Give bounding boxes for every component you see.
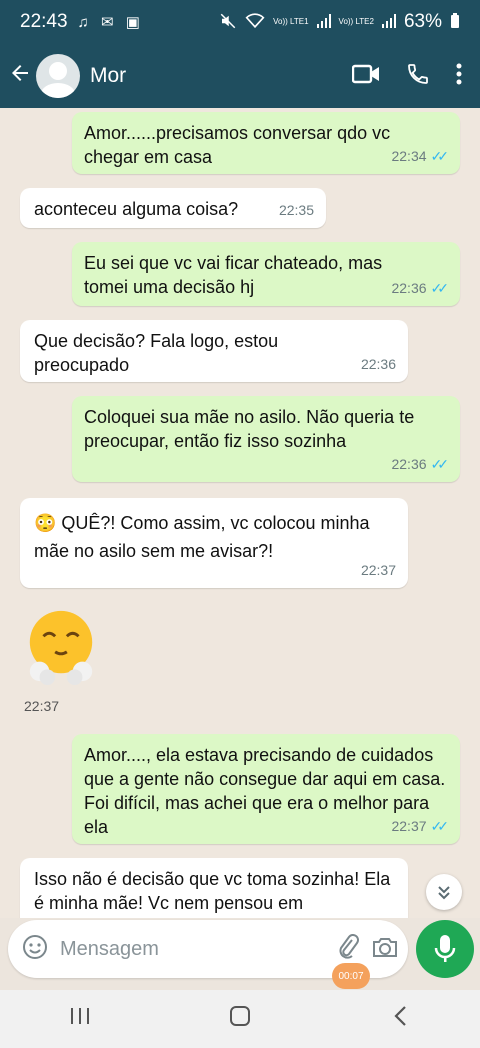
phone-icon (408, 63, 428, 84)
chevrons-down-icon (438, 886, 450, 900)
message-time: 22:36 (391, 280, 427, 296)
chat-header: Mor (0, 44, 480, 108)
emoji-sticker[interactable] (22, 607, 100, 685)
camera-button[interactable] (371, 935, 399, 964)
home-button[interactable] (210, 1005, 270, 1033)
message-text: Eu sei que vc vai ficar chateado, mas to… (84, 253, 383, 297)
status-time: 22:43 (20, 11, 68, 32)
camera-icon (373, 937, 397, 957)
avatar[interactable] (36, 54, 80, 98)
recording-badge: 00:07 (332, 963, 370, 989)
message-outgoing[interactable]: Amor...., ela estava precisando de cuida… (72, 734, 460, 844)
message-incoming[interactable]: Que decisão? Fala logo, estou preocupado… (20, 320, 408, 382)
signal-2-icon (381, 13, 396, 31)
message-time: 22:37 (391, 818, 427, 834)
message-incoming[interactable]: aconteceu alguma coisa? 22:35 (20, 188, 326, 228)
more-vert-icon (456, 63, 462, 84)
voice-message-button[interactable] (416, 920, 474, 978)
chevron-left-icon (394, 1006, 406, 1026)
system-navigation-bar (0, 990, 480, 1048)
recent-apps-button[interactable] (50, 1006, 110, 1032)
home-icon (230, 1006, 250, 1026)
message-time: 22:34 (391, 148, 427, 164)
video-camera-icon (351, 64, 379, 83)
notification-icons: ♫ ✉ ▣ (77, 14, 144, 31)
smiley-icon (23, 934, 47, 959)
read-ticks-icon: ✓✓ (430, 456, 450, 472)
scroll-to-bottom-button[interactable] (426, 874, 462, 910)
message-incoming[interactable]: 😳 QUÊ?! Como assim, vc colocou minha mãe… (20, 498, 408, 588)
message-text: Que decisão? Fala logo, estou preocupado (34, 331, 279, 375)
message-time: 22:35 (278, 202, 314, 218)
back-nav-button[interactable] (370, 1005, 430, 1033)
wifi-icon (245, 12, 265, 32)
menu-button[interactable] (456, 63, 462, 90)
signal-1-icon (316, 13, 331, 31)
message-time: 22:37 (24, 698, 60, 714)
arrow-left-icon (12, 64, 28, 81)
back-button[interactable] (0, 61, 36, 92)
microphone-icon (434, 935, 456, 962)
battery-icon (450, 12, 460, 32)
message-text: aconteceu alguma coisa? (34, 199, 239, 219)
message-outgoing[interactable]: Amor......precisamos conversar qdo vc ch… (72, 112, 460, 174)
message-text: Amor......precisamos conversar qdo vc ch… (84, 123, 391, 167)
message-outgoing[interactable]: Eu sei que vc vai ficar chateado, mas to… (72, 242, 460, 306)
chat-area[interactable]: Amor......precisamos conversar qdo vc ch… (0, 108, 480, 918)
voice-call-button[interactable] (406, 62, 430, 91)
message-text: Coloquei sua mãe no asilo. Não queria te… (84, 407, 415, 451)
recent-apps-icon (71, 1008, 89, 1024)
read-ticks-icon: ✓✓ (430, 280, 450, 296)
paperclip-icon (339, 933, 359, 959)
message-time: 22:36 (391, 456, 427, 472)
contact-name[interactable]: Mor (90, 64, 352, 88)
read-ticks-icon: ✓✓ (430, 818, 450, 834)
attach-button[interactable] (337, 933, 359, 965)
message-outgoing[interactable]: Coloquei sua mãe no asilo. Não queria te… (72, 396, 460, 482)
video-call-button[interactable] (351, 63, 380, 90)
message-text: Isso não é decisão que vc toma sozinha! … (34, 869, 391, 913)
read-ticks-icon: ✓✓ (430, 148, 450, 164)
status-right: Vo)) LTE1 Vo)) LTE2 63% (219, 11, 460, 33)
network-2: Vo)) LTE2 (338, 17, 374, 26)
status-bar: 22:43 ♫ ✉ ▣ Vo)) LTE1 Vo)) LTE2 63% (0, 0, 480, 44)
battery-percent: 63% (403, 11, 442, 32)
message-text: 😳 QUÊ?! Como assim, vc colocou minha mãe… (34, 513, 370, 561)
mute-icon (219, 12, 237, 33)
network-1: Vo)) LTE1 (273, 17, 309, 26)
message-time: 22:37 (360, 562, 396, 578)
message-incoming[interactable]: Isso não é decisão que vc toma sozinha! … (20, 858, 408, 918)
message-input[interactable] (60, 937, 325, 961)
emoji-button[interactable] (22, 934, 48, 965)
message-time: 22:36 (360, 356, 396, 372)
